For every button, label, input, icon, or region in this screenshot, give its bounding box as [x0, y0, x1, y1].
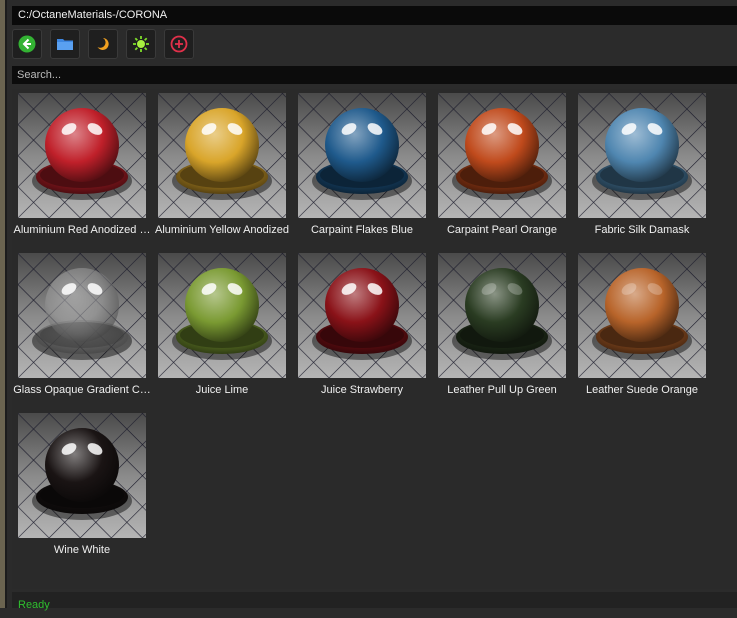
search-input[interactable]	[12, 66, 737, 84]
material-thumbnail[interactable]	[18, 253, 146, 378]
material-tile[interactable]: Carpaint Pearl Orange	[432, 89, 572, 249]
open-folder-button[interactable]	[50, 29, 80, 59]
material-thumbnail[interactable]	[18, 413, 146, 538]
folder-icon	[57, 39, 73, 50]
plus-circle-icon	[170, 35, 188, 53]
material-thumbnail[interactable]	[298, 93, 426, 218]
material-label: Carpaint Pearl Orange	[446, 224, 558, 236]
material-label: Aluminium Yellow Anodized	[155, 224, 289, 236]
material-tile[interactable]: Fabric Silk Damask	[572, 89, 712, 249]
material-thumbnail[interactable]	[438, 93, 566, 218]
material-thumbnail[interactable]	[158, 93, 286, 218]
material-label: Glass Opaque Gradient C…	[13, 384, 151, 396]
material-tile[interactable]: Juice Strawberry	[292, 249, 432, 409]
material-tile[interactable]: Aluminium Yellow Anodized	[152, 89, 292, 249]
material-thumbnail[interactable]	[438, 253, 566, 378]
light-mode-button[interactable]	[126, 29, 156, 59]
back-button[interactable]	[12, 29, 42, 59]
material-thumbnail[interactable]	[158, 253, 286, 378]
night-mode-button[interactable]	[88, 29, 118, 59]
material-tile[interactable]: Glass Opaque Gradient C…	[12, 249, 152, 409]
material-label: Wine White	[53, 544, 111, 556]
add-button[interactable]	[164, 29, 194, 59]
material-tile[interactable]: Juice Lime	[152, 249, 292, 409]
path-bar: C:/OctaneMaterials-/CORONA	[12, 6, 737, 25]
window-edge-shadow	[5, 0, 7, 608]
moon-icon	[97, 38, 109, 50]
material-grid: Aluminium Red Anodized … Aluminium Yello…	[12, 89, 737, 589]
material-label: Carpaint Flakes Blue	[310, 224, 414, 236]
sun-icon	[133, 36, 149, 52]
material-thumbnail[interactable]	[578, 93, 706, 218]
toolbar	[12, 29, 194, 59]
material-label: Leather Pull Up Green	[447, 384, 557, 396]
material-tile[interactable]: Leather Suede Orange	[572, 249, 712, 409]
material-tile[interactable]: Aluminium Red Anodized …	[12, 89, 152, 249]
back-arrow-icon	[18, 35, 36, 53]
material-label: Juice Strawberry	[321, 384, 403, 396]
material-thumbnail[interactable]	[578, 253, 706, 378]
material-thumbnail[interactable]	[18, 93, 146, 218]
material-label: Juice Lime	[195, 384, 249, 396]
material-tile[interactable]: Carpaint Flakes Blue	[292, 89, 432, 249]
material-label: Fabric Silk Damask	[594, 224, 690, 236]
material-label: Aluminium Red Anodized …	[13, 224, 151, 236]
material-thumbnail[interactable]	[298, 253, 426, 378]
material-tile[interactable]: Leather Pull Up Green	[432, 249, 572, 409]
status-bar: Ready	[12, 592, 737, 611]
material-label: Leather Suede Orange	[586, 384, 698, 396]
material-tile[interactable]: Wine White	[12, 409, 152, 569]
